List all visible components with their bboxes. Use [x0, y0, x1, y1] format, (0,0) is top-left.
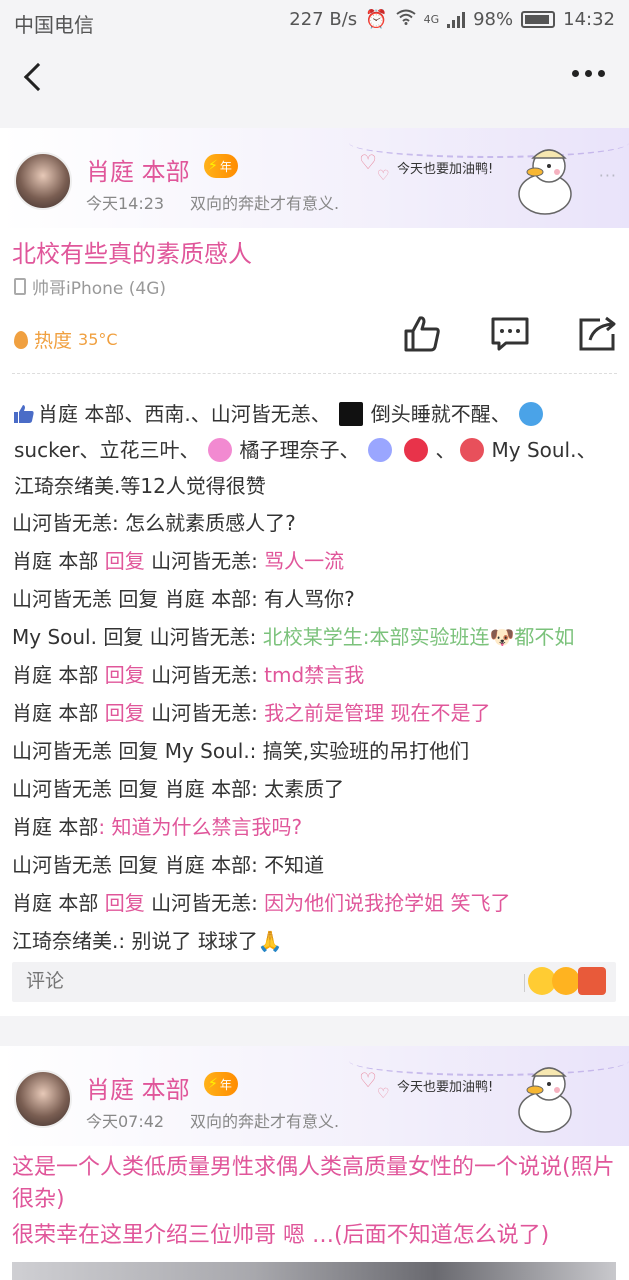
comment-item[interactable]: 山河皆无恙: 怎么就素质感人了? [12, 504, 618, 542]
comment-item[interactable]: 江琦奈绪美.: 别说了 球球了🙏 [12, 922, 618, 960]
like-button[interactable] [402, 314, 442, 354]
heart-icon: ♡ [377, 1086, 390, 1102]
comment-item[interactable]: 肖庭 本部: 知道为什么禁言我吗? [12, 808, 618, 846]
heart-icon: ♡ [359, 150, 377, 174]
author-signature: 双向的奔赴才有意义. [190, 1112, 340, 1131]
signal-icon [447, 11, 466, 28]
post-text: 这是一个人类低质量男性求偶人类高质量女性的一个说说(照片很杂) [12, 1155, 615, 1212]
likes-list: 肖庭 本部、西南.、山河皆无恙、 倒头睡就不醒、 sucker、立花三叶、 橘子理奈… [14, 402, 597, 498]
avatar[interactable] [14, 152, 72, 210]
network-speed: 227 B/s [289, 9, 358, 30]
duck-illustration-icon [518, 149, 572, 215]
vip-badge: ⚡ 年 [204, 1072, 238, 1096]
thumbs-up-icon [14, 405, 34, 423]
network-type: 4G [423, 13, 440, 26]
post-header: ♡ ♡ 今天也要加油鸭! ··· 肖庭 本部 ⚡ 年 今天14:23 双向的奔赴才… [0, 128, 629, 228]
header-decoration: ♡ ♡ 今天也要加油鸭! ··· [349, 128, 629, 228]
comment-item[interactable]: 山河皆无恙 回复 My Soul.: 搞笑,实验班的吊打他们 [12, 732, 618, 770]
post-header: ♡ ♡ 今天也要加油鸭! 肖庭 本部 ⚡ 年 今天07:42 双向的奔赴才有意义. [0, 1046, 629, 1146]
cloud-badge-icon [367, 438, 392, 462]
post-text: 北校有些真的素质感人 [12, 240, 252, 268]
post-image[interactable] [12, 1262, 616, 1280]
post-text: 很荣幸在这里介绍三位帅哥 嗯 …(后面不知道怎么说了) [12, 1223, 550, 1248]
post-device: 帅哥iPhone (4G) [14, 274, 166, 299]
comment-list: 山河皆无恙: 怎么就素质感人了? 肖庭 本部 回复 山河皆无恙: 骂人一流 山河… [12, 504, 618, 960]
comment-icon [491, 317, 529, 351]
gift-icon[interactable] [578, 967, 606, 995]
post-more-button[interactable]: ··· [599, 166, 617, 185]
more-options-button[interactable] [572, 70, 605, 77]
comment-item[interactable]: 肖庭 本部 回复 山河皆无恙: 因为他们说我抢学姐 笑飞了 [12, 884, 618, 922]
heart-icon: ♡ [377, 168, 390, 184]
carrier-name: 中国电信 [14, 13, 94, 37]
clock: 14:32 [563, 9, 615, 30]
decoration-slogan: 今天也要加油鸭! [397, 1080, 494, 1095]
laugh-emoji-icon[interactable] [552, 967, 580, 995]
post-time: 今天14:23 [86, 194, 165, 213]
divider [524, 974, 525, 992]
battery-icon [521, 11, 556, 28]
comment-input[interactable] [26, 970, 506, 992]
header-decoration: ♡ ♡ 今天也要加油鸭! [349, 1046, 629, 1146]
divider [12, 373, 617, 374]
strawberry-badge-icon [403, 438, 428, 462]
duck-illustration-icon [518, 1067, 572, 1133]
comment-box [12, 962, 616, 1002]
brush-badge-icon [518, 402, 543, 426]
nav-bar [0, 44, 629, 110]
comment-item[interactable]: My Soul. 回复 山河皆无恙: 北校某学生:本部实验班连🐶都不如 [12, 618, 618, 656]
author-signature: 双向的奔赴才有意义. [190, 194, 340, 213]
comment-button[interactable] [490, 314, 530, 354]
decoration-slogan: 今天也要加油鸭! [397, 162, 494, 177]
ysl-badge-icon [338, 402, 363, 426]
battery-percent: 98% [473, 9, 514, 30]
author-name[interactable]: 肖庭 本部 [86, 1070, 190, 1105]
heat-indicator: 热度 35°C [14, 326, 118, 353]
share-button[interactable] [578, 314, 618, 354]
comment-item[interactable]: 肖庭 本部 回复 山河皆无恙: 骂人一流 [12, 542, 618, 580]
comment-item[interactable]: 山河皆无恙 回复 肖庭 本部: 太素质了 [12, 770, 618, 808]
post-time: 今天07:42 [86, 1112, 165, 1131]
status-bar: 中国电信 227 B/s ⏰ 4G 98% 14:32 [0, 0, 629, 44]
status-indicators: 227 B/s ⏰ 4G 98% 14:32 [289, 9, 615, 30]
share-icon [579, 316, 616, 351]
comment-item[interactable]: 肖庭 本部 回复 山河皆无恙: 我之前是管理 现在不是了 [12, 694, 618, 732]
back-button[interactable] [18, 58, 54, 94]
comment-item[interactable]: 肖庭 本部 回复 山河皆无恙: tmd禁言我 [12, 656, 618, 694]
heart-icon: ♡ [359, 1068, 377, 1092]
flower-badge-icon [207, 438, 232, 462]
flame-icon [14, 330, 28, 349]
comment-item[interactable]: 山河皆无恙 回复 肖庭 本部: 有人骂你? [12, 580, 618, 618]
alarm-icon: ⏰ [365, 9, 388, 30]
post-card: ♡ ♡ 今天也要加油鸭! 肖庭 本部 ⚡ 年 今天07:42 双向的奔赴才有意义.… [0, 1046, 629, 1280]
author-name[interactable]: 肖庭 本部 [86, 152, 190, 187]
wifi-icon [395, 9, 416, 30]
thumbs-up-icon [404, 316, 440, 352]
post-card: ♡ ♡ 今天也要加油鸭! ··· 肖庭 本部 ⚡ 年 今天14:23 双向的奔赴才… [0, 128, 629, 1016]
avatar[interactable] [14, 1070, 72, 1128]
gear-badge-icon [459, 438, 484, 462]
vip-badge: ⚡ 年 [204, 154, 238, 178]
phone-icon [14, 278, 26, 295]
comment-item[interactable]: 山河皆无恙 回复 肖庭 本部: 不知道 [12, 846, 618, 884]
